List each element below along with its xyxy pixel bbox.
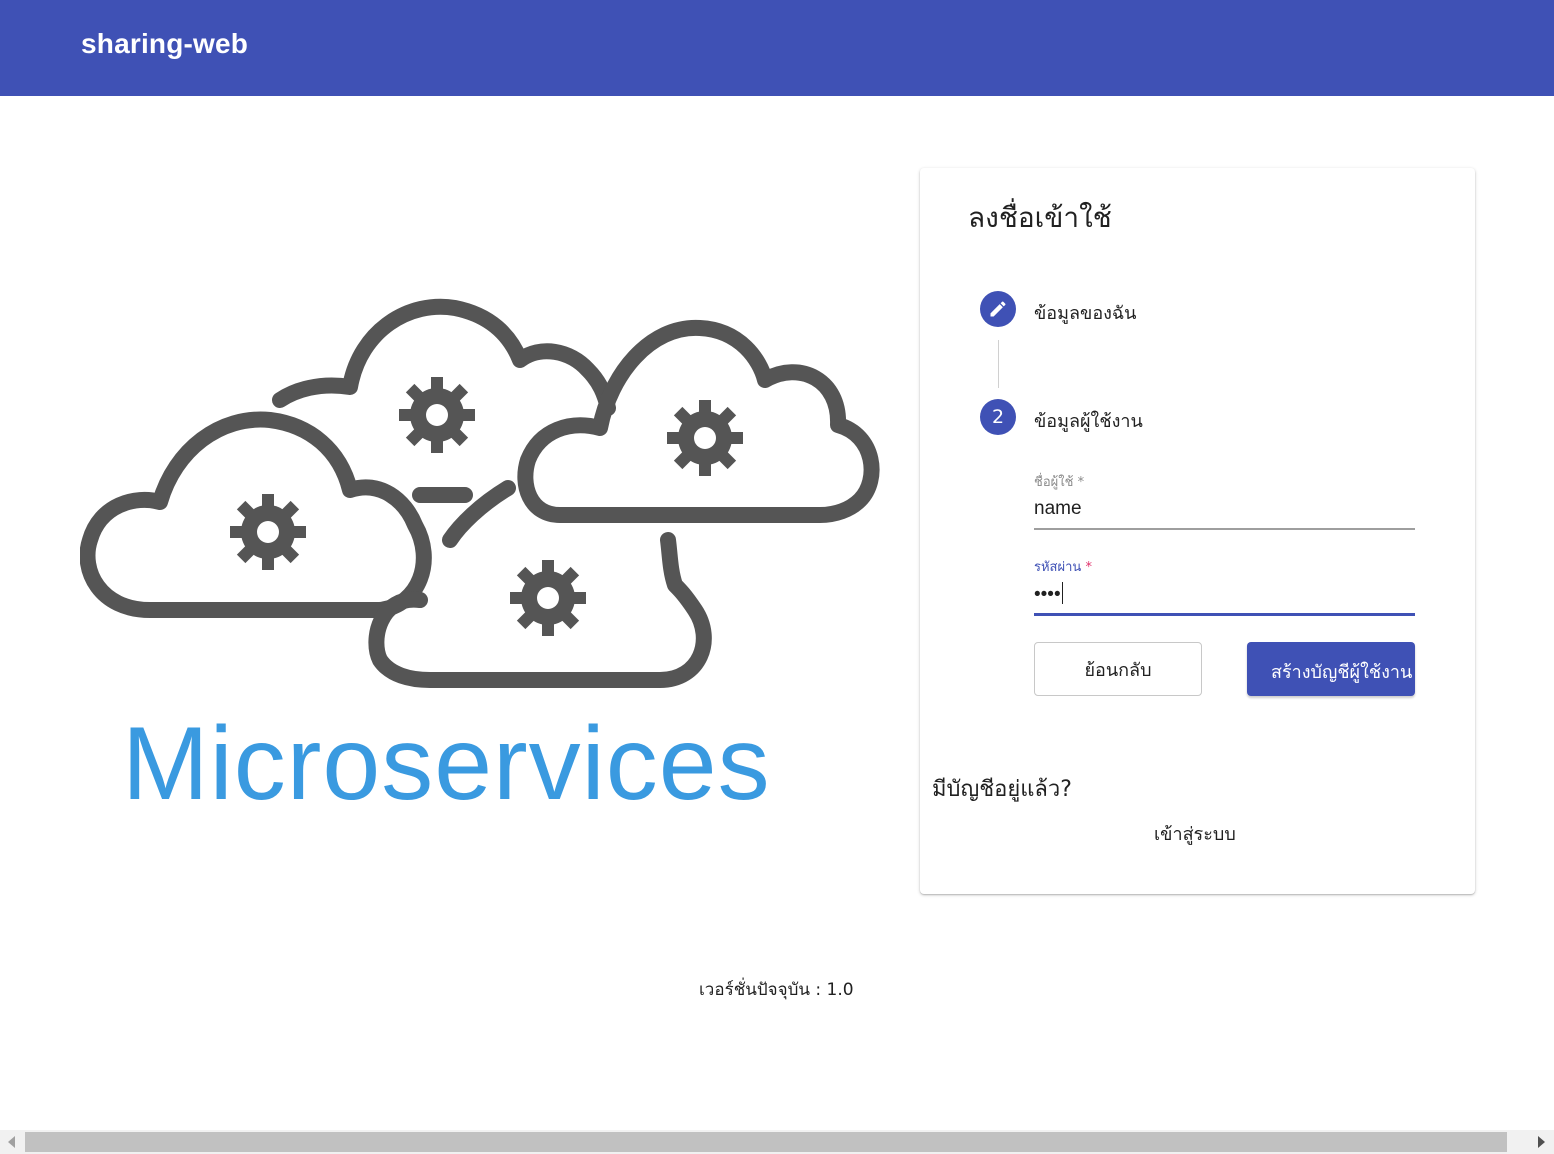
step-2-label: ข้อมูลผู้ใช้งาน (1034, 411, 1143, 432)
app-bar: sharing-web (0, 0, 1554, 96)
version-text: เวอร์ชั่นปัจจุบัน : 1.0 (699, 980, 854, 1000)
step-1-indicator[interactable] (980, 291, 1016, 327)
text-caret (1061, 582, 1063, 604)
gear-icon (399, 377, 475, 453)
have-account-text: มีบัญชีอยู่แล้ว? (932, 777, 1072, 802)
horizontal-scrollbar[interactable] (0, 1130, 1554, 1154)
microservices-title: Microservices (122, 706, 771, 822)
signup-card: ลงชื่อเข้าใช้ ข้อมูลของฉัน 2 ข้อมูลผู้ใช… (920, 168, 1475, 894)
pencil-icon (990, 301, 1006, 317)
step-connector (998, 340, 999, 388)
step-2-indicator: 2 (980, 399, 1016, 435)
microservices-clouds-illustration (80, 298, 880, 688)
step-2-number: 2 (991, 406, 1005, 428)
password-underline (1034, 613, 1415, 616)
username-underline (1034, 528, 1415, 530)
scrollbar-thumb[interactable] (25, 1132, 1507, 1152)
gear-icon (667, 400, 743, 476)
app-title: sharing-web (81, 28, 249, 59)
username-input[interactable]: name (1034, 498, 1415, 520)
gear-icon (510, 560, 586, 636)
password-label: รหัสผ่าน * (1034, 560, 1092, 575)
password-input[interactable]: •••• (1034, 582, 1415, 606)
card-title: ลงชื่อเข้าใช้ (968, 201, 1112, 234)
username-label: ชื่อผู้ใช้ * (1034, 475, 1085, 490)
back-button[interactable]: ย้อนกลับ (1034, 642, 1202, 696)
login-link[interactable]: เข้าสู่ระบบ (1154, 819, 1236, 848)
scroll-left-arrow-icon[interactable] (8, 1136, 15, 1148)
step-1-label[interactable]: ข้อมูลของฉัน (1034, 298, 1136, 327)
gear-icon (230, 494, 306, 570)
create-account-button[interactable]: สร้างบัญชีผู้ใช้งาน (1247, 642, 1415, 696)
scroll-right-arrow-icon[interactable] (1538, 1136, 1545, 1148)
